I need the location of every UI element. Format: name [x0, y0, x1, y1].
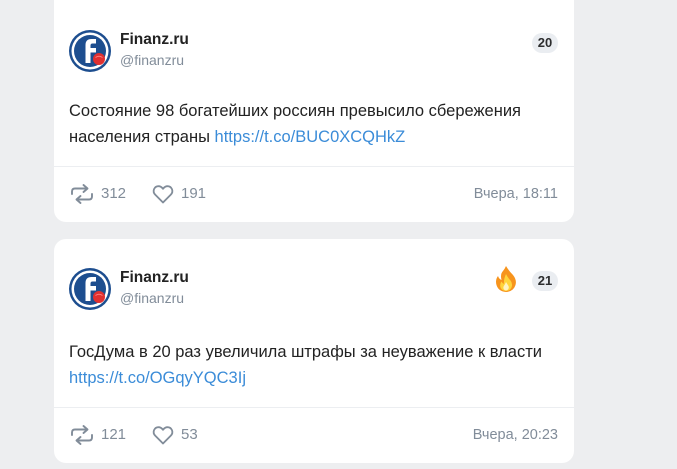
avatar[interactable] [69, 30, 111, 72]
author-name[interactable]: Finanz.ru [120, 31, 189, 49]
repost-count: 121 [101, 426, 127, 443]
like-count: 191 [181, 185, 207, 202]
post-feed: Finanz.ru @finanzru 20 Состояние 98 бога… [0, 0, 677, 469]
post-text: ГосДума в 20 раз увеличила штрафы за неу… [69, 339, 558, 391]
repost-button[interactable]: 312 [69, 182, 126, 206]
post-text: Состояние 98 богатейших россиян превысил… [69, 98, 558, 150]
divider [54, 407, 574, 408]
post-body: ГосДума в 20 раз увеличила штрафы за неу… [69, 343, 542, 361]
post-timestamp[interactable]: Вчера, 18:11 [474, 182, 558, 206]
post-header: Finanz.ru @finanzru 20 [69, 30, 558, 74]
post-counter-badge: 20 [532, 33, 558, 53]
author-handle[interactable]: @finanzru [120, 289, 184, 307]
author-name[interactable]: Finanz.ru [120, 269, 189, 287]
avatar[interactable] [69, 268, 111, 310]
repost-button[interactable]: 121 [69, 423, 126, 447]
divider [54, 166, 574, 167]
post-link[interactable]: https://t.co/OGqyYQC3Ij [69, 369, 246, 387]
repost-count: 312 [101, 185, 127, 202]
post-timestamp[interactable]: Вчера, 20:23 [473, 423, 558, 447]
like-count: 53 [181, 426, 198, 443]
heart-icon [152, 185, 174, 204]
post-card: Finanz.ru @finanzru 20 Состояние 98 бога… [54, 0, 574, 222]
post-footer: 121 53 Вчера, 20:23 [69, 423, 558, 447]
post-card: Finanz.ru @finanzru 21 ГосДума в 20 раз … [54, 239, 574, 463]
post-counter-badge: 21 [532, 271, 558, 291]
fire-icon [496, 266, 516, 292]
post-footer: 312 191 Вчера, 18:11 [69, 182, 558, 206]
like-button[interactable]: 191 [151, 182, 206, 206]
post-header: Finanz.ru @finanzru 21 [69, 266, 558, 312]
author-handle[interactable]: @finanzru [120, 51, 184, 69]
repost-icon [71, 184, 93, 204]
post-link[interactable]: https://t.co/BUC0XCQHkZ [215, 128, 406, 146]
repost-icon [71, 425, 93, 445]
like-button[interactable]: 53 [151, 423, 198, 447]
heart-icon [152, 426, 174, 445]
